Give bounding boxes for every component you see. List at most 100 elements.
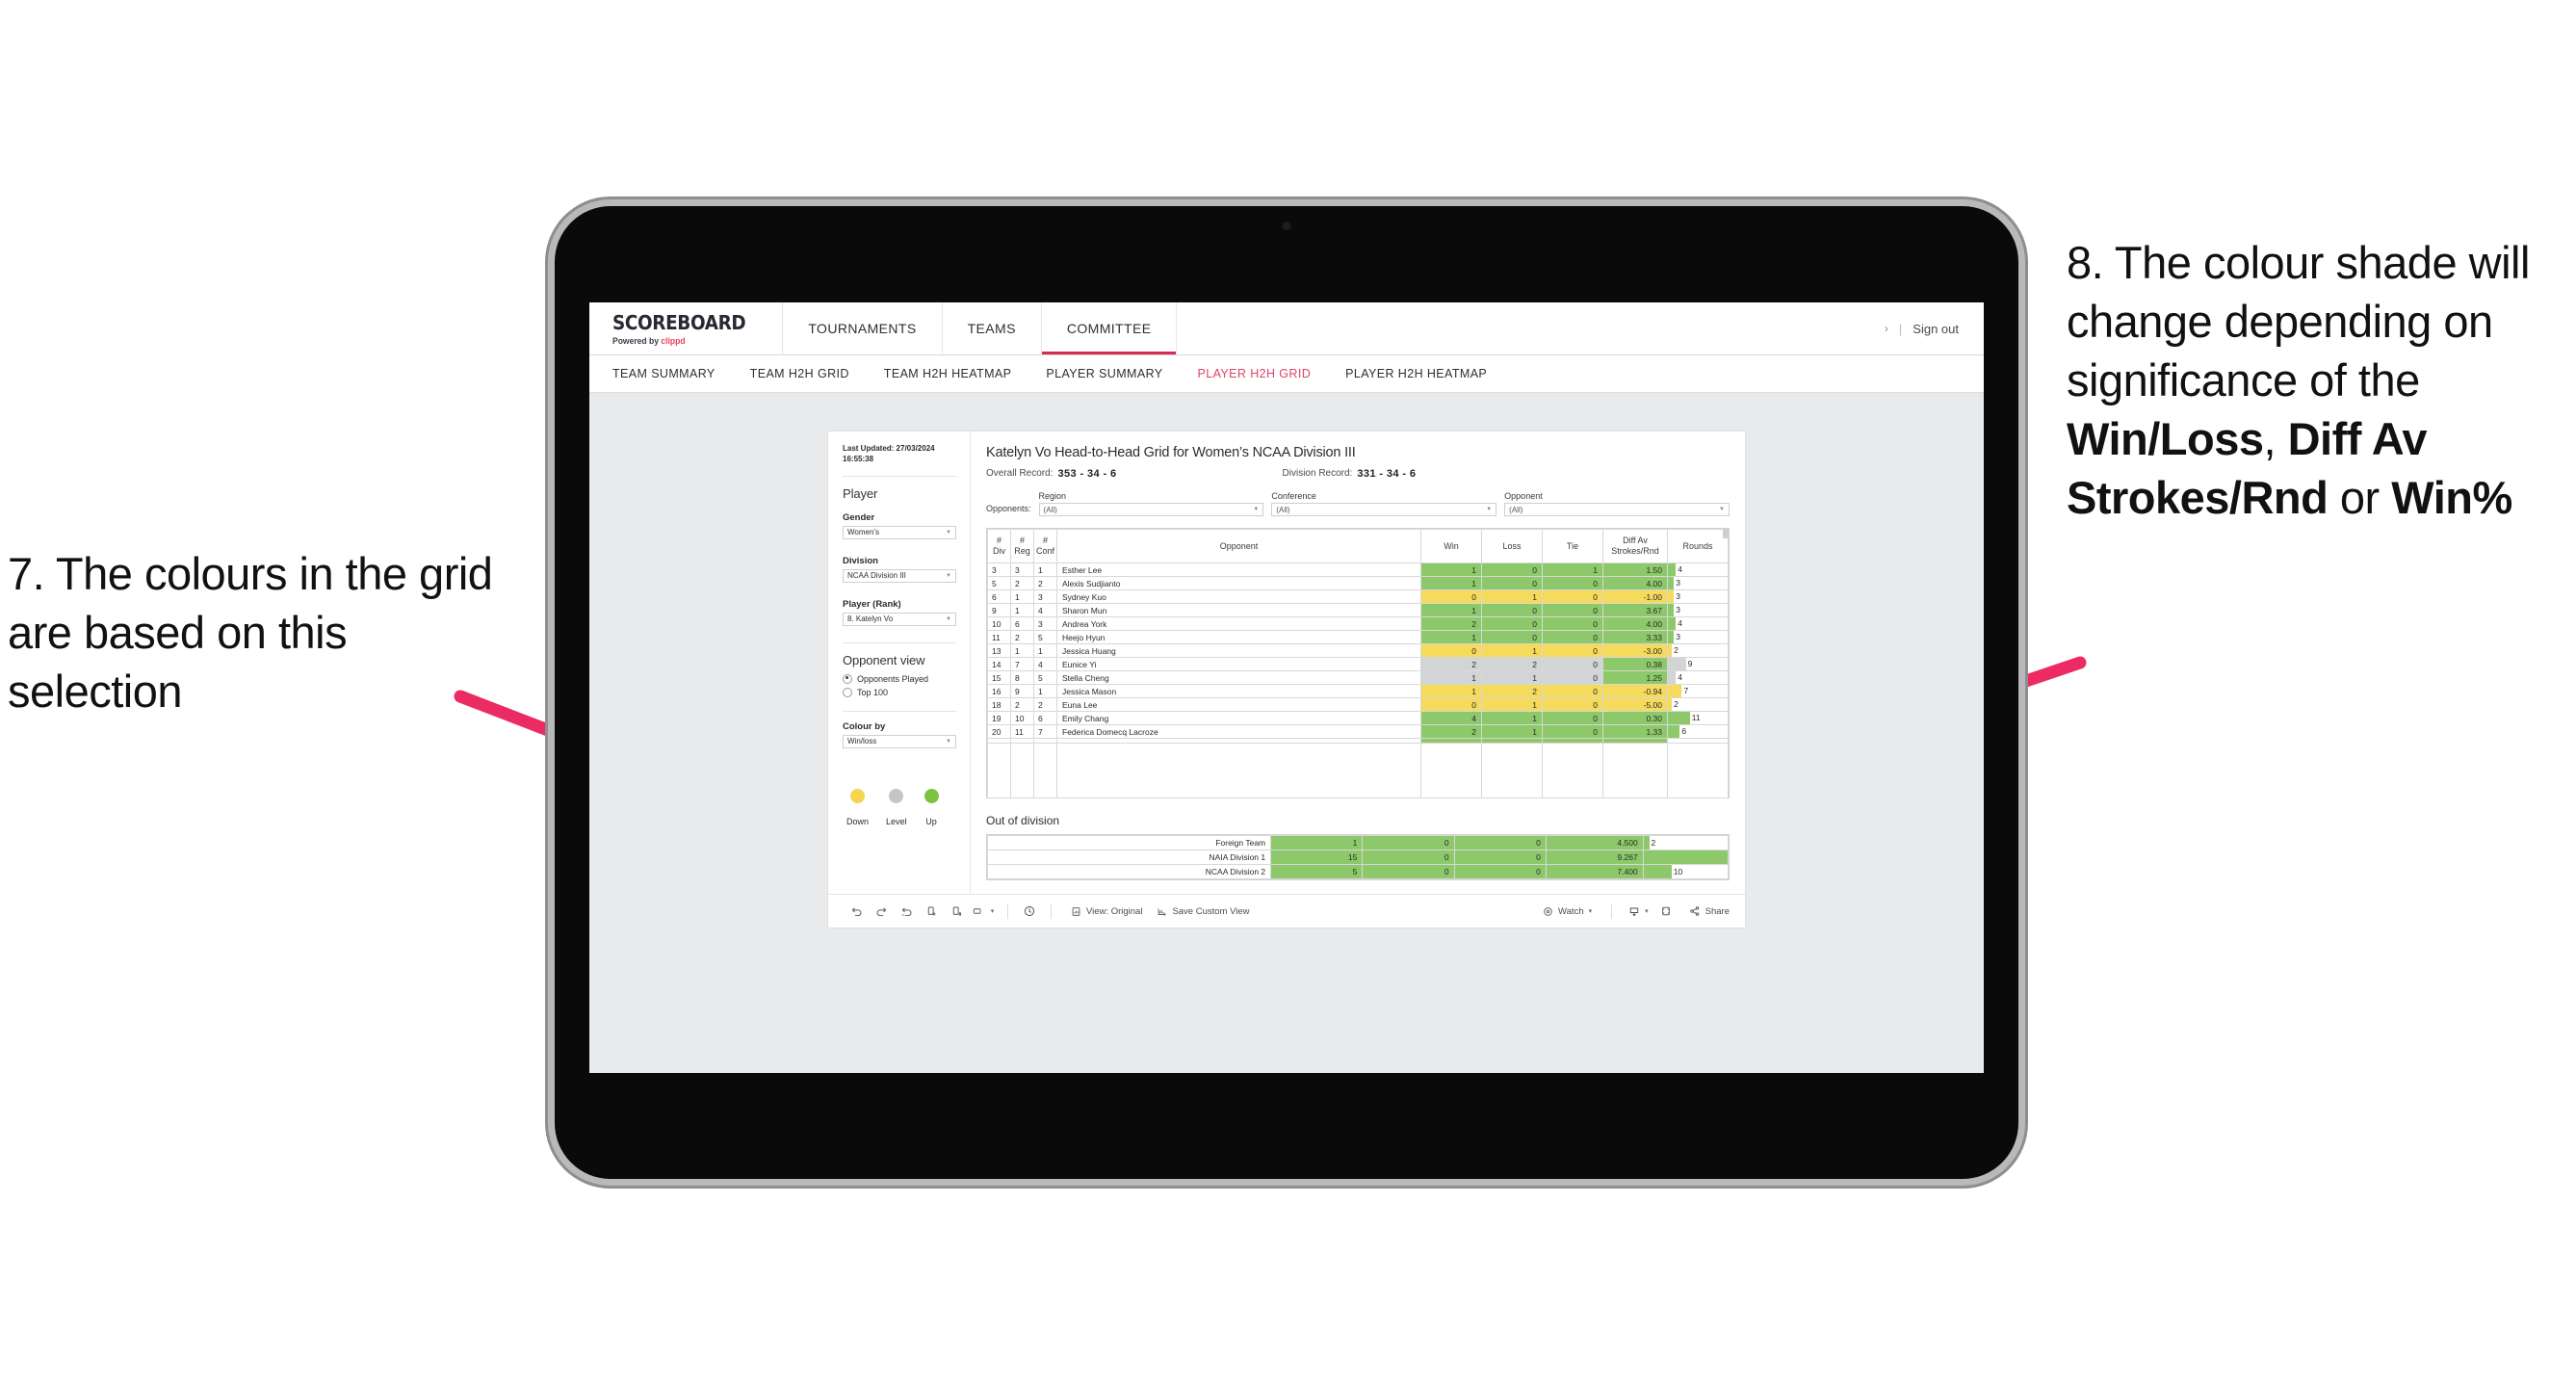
history-icon[interactable]: [1017, 899, 1042, 924]
redo-icon[interactable]: [869, 899, 894, 924]
rounds-value: 2: [1674, 699, 1678, 709]
subnav-player-h2h-heatmap[interactable]: PLAYER H2H HEATMAP: [1345, 367, 1487, 380]
table-row[interactable]: Foreign Team 1 0 0 4.500 2: [986, 835, 1730, 850]
radio-top-100[interactable]: Top 100: [843, 687, 956, 697]
division-select[interactable]: NCAA Division III ▼: [843, 568, 956, 583]
app-logo[interactable]: SCOREBOARD Powered by clippd: [589, 302, 784, 354]
cell-diff: 4.00: [1602, 616, 1668, 631]
watch-button[interactable]: Watch ▾: [1532, 906, 1602, 917]
cell-tie: 0: [1542, 589, 1603, 604]
cell-diff: 9.267: [1545, 850, 1644, 865]
cell-diff: 4.500: [1545, 835, 1644, 850]
table-row[interactable]: 9 1 4 Sharon Mun 1 0 0 3.67 3: [987, 603, 1729, 617]
out-of-division-heading: Out of division: [986, 814, 1060, 827]
filter-region-select[interactable]: (All) ▼: [1038, 503, 1264, 516]
gender-select[interactable]: Women’s ▼: [843, 525, 956, 539]
gender-select-value: Women’s: [847, 528, 880, 537]
table-row[interactable]: 20 11 7 Federica Domecq Lacroze 2 1 0 1.33 6: [987, 724, 1729, 739]
view-dropdown-icon[interactable]: [969, 899, 986, 924]
refresh-data-icon[interactable]: [919, 899, 944, 924]
legend-dot-up-icon: [924, 788, 939, 803]
nav-tab-committee[interactable]: COMMITTEE: [1042, 302, 1178, 354]
fullscreen-icon[interactable]: [1653, 899, 1678, 924]
chevron-down-icon: ▼: [1719, 507, 1725, 512]
table-row[interactable]: 18 2 2 Euna Lee 0 1 0 -5.00 2: [987, 697, 1729, 712]
tablet-device: SCOREBOARD Powered by clippd TOURNAMENTS…: [555, 206, 2018, 1179]
nav-tab-teams[interactable]: TEAMS: [943, 302, 1042, 354]
cell-win: 1: [1420, 684, 1482, 698]
view-dropdown-caret-icon[interactable]: ▾: [986, 899, 999, 924]
table-row[interactable]: 15 8 5 Stella Cheng 1 1 0 1.25 4: [987, 670, 1729, 685]
legend-label-up: Up: [925, 816, 937, 826]
division-record-label: Division Record:: [1282, 468, 1353, 479]
cell-rounds: 6: [1667, 724, 1729, 739]
out-of-division-table: Foreign Team 1 0 0 4.500 2 NAIA Division 1 15 0 0…: [986, 835, 1730, 879]
cell-tie: 0: [1542, 603, 1603, 617]
table-row[interactable]: 3 3 1 Esther Lee 1 0 1 1.50 4: [987, 562, 1729, 577]
player-rank-select[interactable]: 8. Katelyn Vo ▼: [843, 612, 956, 626]
h2h-table: # Div # Reg # Conf Opponent Win Loss Tie Di…: [987, 529, 1729, 798]
sign-out-link[interactable]: Sign out: [1912, 322, 1959, 336]
grid-scrollbar[interactable]: [1723, 529, 1729, 538]
subnav-player-h2h-grid[interactable]: PLAYER H2H GRID: [1198, 367, 1312, 380]
cell-opponent: Eunice Yi: [1056, 657, 1421, 671]
cell-reg: 11: [1010, 724, 1034, 739]
table-row[interactable]: 14 7 4 Eunice Yi 2 2 0 0.38 9: [987, 657, 1729, 671]
subnav-team-h2h-grid[interactable]: TEAM H2H GRID: [750, 367, 849, 380]
cell-empty: [1010, 743, 1034, 798]
app-top-bar: SCOREBOARD Powered by clippd TOURNAMENTS…: [589, 302, 1984, 355]
table-row[interactable]: NAIA Division 115009.26730: [986, 850, 1730, 865]
cell-empty: [1056, 743, 1421, 798]
save-custom-view-button[interactable]: Save Custom View: [1153, 906, 1260, 917]
subnav-player-summary[interactable]: PLAYER SUMMARY: [1046, 367, 1162, 380]
download-button[interactable]: ▾: [1621, 905, 1653, 917]
cell-loss: 1: [1481, 643, 1543, 658]
save-custom-view-label: Save Custom View: [1172, 905, 1250, 917]
filter-conference-select[interactable]: (All) ▼: [1271, 503, 1497, 516]
view-icon: [1072, 906, 1080, 916]
cell-loss: 1: [1481, 711, 1543, 725]
table-row[interactable]: 6 1 3 Sydney Kuo 0 1 0 -1.00 3: [987, 589, 1729, 604]
opponent-filters: Opponents: Region (All) ▼ Conference (Al…: [986, 491, 1730, 516]
table-row[interactable]: 11 2 5 Heejo Hyun 1 0 0 3.33 3: [987, 630, 1729, 644]
col-header-opponent: Opponent: [1056, 529, 1421, 563]
cell-loss: 1: [1481, 589, 1543, 604]
cell-conf: 4: [1033, 603, 1057, 617]
radio-opponents-played[interactable]: Opponents Played: [843, 673, 956, 684]
cell-loss: 2: [1481, 684, 1543, 698]
cell-conf: 5: [1033, 670, 1057, 685]
radio-icon: [843, 687, 852, 697]
legend-item-up: Up: [924, 788, 939, 826]
table-row[interactable]: 16 9 1 Jessica Mason 1 2 0 -0.94 7: [987, 684, 1729, 698]
radio-top-100-label: Top 100: [857, 687, 889, 697]
undo-icon[interactable]: [844, 899, 869, 924]
chevron-right-icon[interactable]: ›: [1885, 322, 1888, 335]
cell-rounds: 2: [1667, 697, 1729, 712]
share-button[interactable]: Share: [1678, 905, 1745, 917]
nav-tab-tournaments[interactable]: TOURNAMENTS: [783, 302, 943, 354]
top-bar-right: › | Sign out: [1885, 302, 1984, 354]
table-row[interactable]: 19 10 6 Emily Chang 4 1 0 0.30 11: [987, 711, 1729, 725]
table-row[interactable]: 10 6 3 Andrea York 2 0 0 4.00 4: [987, 616, 1729, 631]
cell-div: 16: [987, 684, 1011, 698]
rounds-value: 2: [1651, 837, 1656, 848]
cell-win: 1: [1270, 835, 1364, 850]
view-original-button[interactable]: View: Original: [1060, 906, 1153, 917]
out-of-division-table-wrapper: Foreign Team 1 0 0 4.500 2 NAIA Division 1 15 0 0…: [986, 834, 1730, 880]
colour-by-select[interactable]: Win/loss ▼: [843, 734, 956, 748]
subnav-team-summary[interactable]: TEAM SUMMARY: [612, 367, 716, 380]
cell-opponent: Jessica Huang: [1056, 643, 1421, 658]
revert-icon[interactable]: [894, 899, 919, 924]
cell-tie: 0: [1542, 576, 1603, 590]
pause-updates-icon[interactable]: [944, 899, 969, 924]
subnav-team-h2h-heatmap[interactable]: TEAM H2H HEATMAP: [884, 367, 1012, 380]
filter-conference: Conference (All) ▼: [1271, 491, 1497, 516]
caret-down-icon: ▾: [990, 908, 995, 915]
filter-opponent-select[interactable]: (All) ▼: [1504, 503, 1730, 516]
table-row[interactable]: NCAA Division 2 5 0 0 7.400 10: [986, 864, 1730, 879]
table-filler-row: [987, 743, 1729, 798]
table-row[interactable]: 5 2 2 Alexis Sudjianto 1 0 0 4.00 3: [987, 576, 1729, 590]
cell-div: 19: [987, 711, 1011, 725]
table-row[interactable]: 13 1 1 Jessica Huang 0 1 0 -3.00 2: [987, 643, 1729, 658]
cell-diff: 0.30: [1602, 711, 1668, 725]
